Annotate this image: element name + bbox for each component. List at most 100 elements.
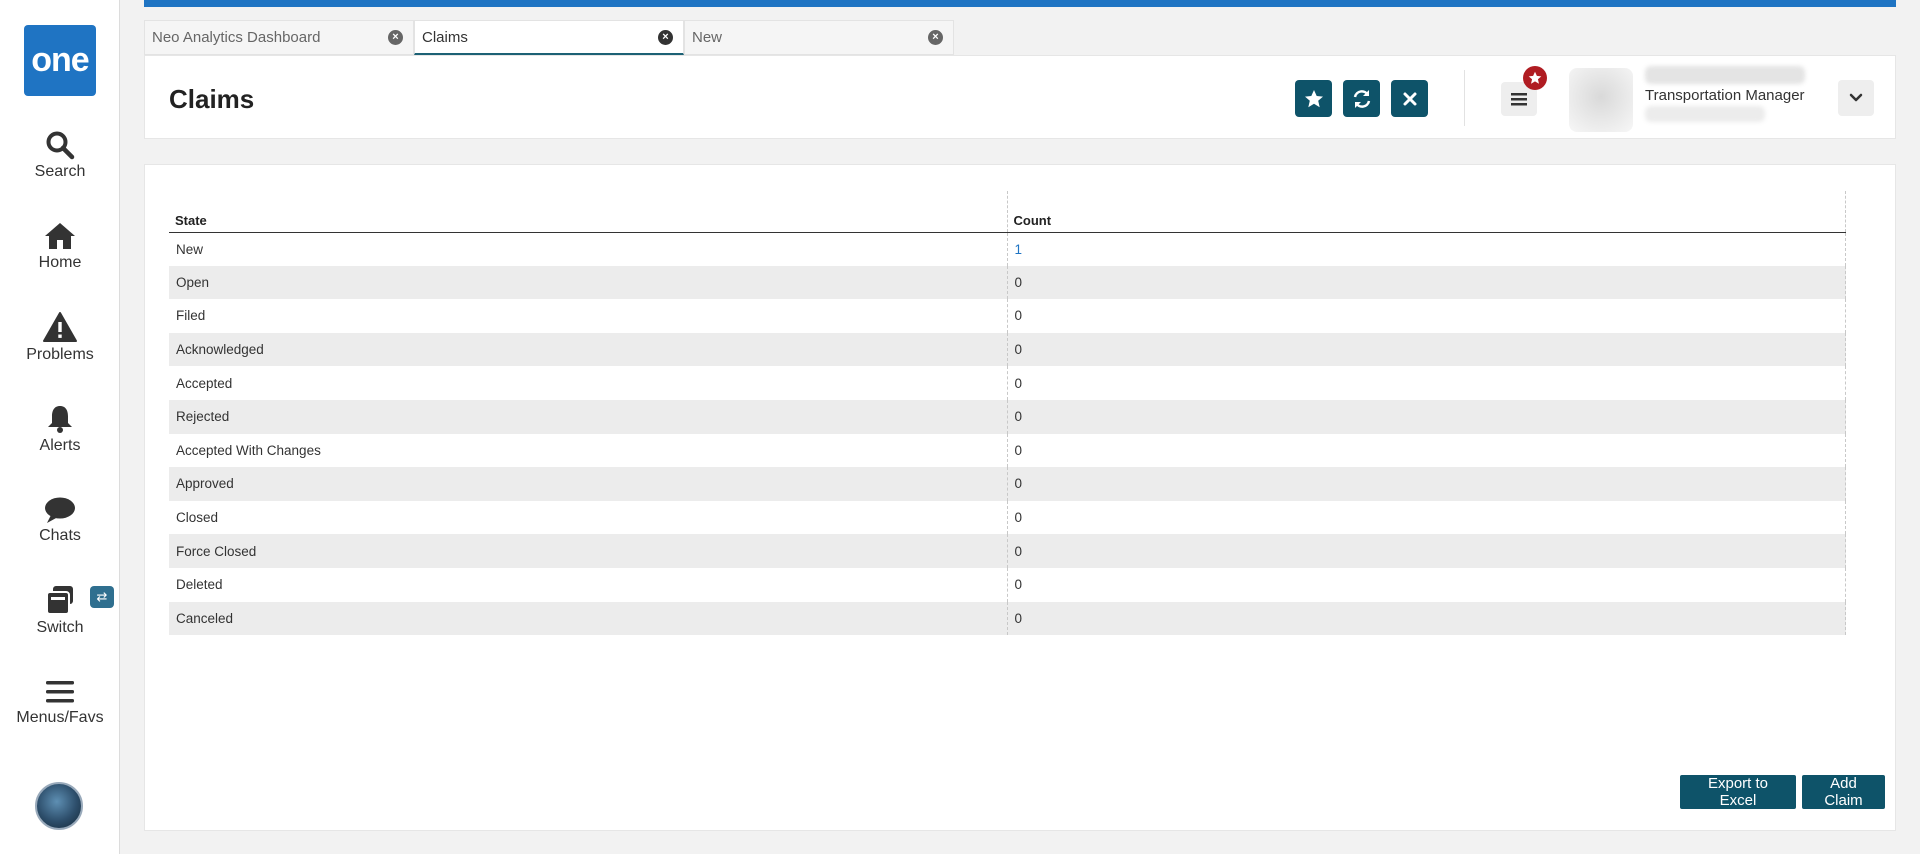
favorites-badge[interactable]	[1523, 66, 1547, 90]
table-row[interactable]: Canceled 0	[169, 601, 1846, 636]
user-photo[interactable]	[1569, 68, 1633, 132]
close-page-button[interactable]	[1391, 80, 1428, 117]
hamburger-icon	[1511, 93, 1527, 106]
table-row[interactable]: Filed 0	[169, 299, 1846, 333]
close-icon[interactable]: ×	[928, 30, 943, 45]
sidebar-item-alerts[interactable]: Alerts	[0, 404, 120, 455]
switch-icon	[46, 586, 73, 615]
switch-arrows-icon[interactable]: ⇄	[90, 586, 114, 608]
count-cell: 0	[1007, 534, 1846, 568]
table-row[interactable]: Accepted 0	[169, 366, 1846, 400]
count-cell: 0	[1007, 467, 1846, 501]
table-row[interactable]: Open 0	[169, 265, 1846, 300]
sidebar-item-label: Alerts	[39, 437, 81, 454]
table-row[interactable]: Closed 0	[169, 500, 1846, 535]
export-to-excel-button[interactable]: Export to Excel	[1680, 775, 1796, 809]
count-value: 0	[1014, 577, 1023, 593]
refresh-button[interactable]	[1343, 80, 1380, 117]
user-avatar[interactable]	[35, 782, 83, 830]
sidebar-item-label: Menus/Favs	[16, 709, 104, 726]
state-cell: Force Closed	[169, 534, 1008, 568]
header-divider	[1464, 70, 1465, 126]
tab-label: Neo Analytics Dashboard	[152, 29, 321, 46]
state-cell: Approved	[169, 467, 1008, 501]
table-row[interactable]: Rejected 0	[169, 399, 1846, 434]
state-cell: New	[169, 232, 1008, 266]
state-cell: Rejected	[169, 399, 1008, 434]
table-row[interactable]: New 1	[169, 232, 1846, 266]
tab-claims[interactable]: Claims ×	[414, 20, 684, 55]
chat-icon	[45, 497, 75, 523]
favorite-button[interactable]	[1295, 80, 1332, 117]
count-cell: 0	[1007, 399, 1846, 434]
close-icon	[1403, 92, 1416, 105]
count-value: 0	[1014, 442, 1023, 458]
tab-neo-analytics-dashboard[interactable]: Neo Analytics Dashboard ×	[144, 20, 414, 55]
state-cell: Canceled	[169, 601, 1008, 636]
state-cell: Closed	[169, 500, 1008, 535]
add-claim-button[interactable]: Add Claim	[1802, 775, 1885, 809]
user-role: Transportation Manager	[1645, 87, 1805, 104]
sidebar-item-label: Home	[38, 254, 82, 271]
hamburger-icon	[46, 681, 74, 703]
state-cell: Deleted	[169, 567, 1008, 602]
tab-label: Claims	[422, 29, 468, 46]
count-cell: 0	[1007, 433, 1846, 468]
star-icon	[1304, 89, 1323, 107]
table-row[interactable]: Approved 0	[169, 467, 1846, 501]
count-cell: 0	[1007, 500, 1846, 535]
count-value: 0	[1014, 375, 1023, 391]
count-value: 0	[1014, 342, 1023, 358]
count-value: 0	[1014, 610, 1023, 626]
table-row[interactable]: Accepted With Changes 0	[169, 433, 1846, 468]
tab-label: New	[692, 29, 723, 46]
state-cell: Filed	[169, 299, 1008, 333]
sidebar-item-problems[interactable]: Problems	[0, 311, 120, 364]
column-header-state[interactable]: State	[169, 191, 1008, 233]
tab-new[interactable]: New ×	[684, 20, 954, 55]
table-row[interactable]: Acknowledged 0	[169, 332, 1846, 367]
warning-icon	[43, 312, 77, 342]
sidebar-item-home[interactable]: Home	[0, 221, 120, 272]
sidebar-item-label: Chats	[39, 527, 81, 544]
user-org-redacted	[1645, 106, 1765, 122]
sidebar-item-label: Problems	[26, 346, 94, 363]
table-row[interactable]: Force Closed 0	[169, 534, 1846, 568]
count-cell: 0	[1007, 366, 1846, 400]
count-link[interactable]: 1	[1015, 242, 1023, 257]
bell-icon	[48, 406, 72, 433]
refresh-icon	[1353, 89, 1370, 108]
claims-summary-panel: State Count New 1 Open 0 Filed 0 Acknowledged 0…	[144, 164, 1896, 831]
table-header-row: State Count	[169, 191, 1846, 233]
table-row[interactable]: Deleted 0	[169, 567, 1846, 602]
user-menu-dropdown[interactable]	[1838, 80, 1874, 116]
count-value: 0	[1014, 409, 1023, 425]
home-icon	[45, 223, 75, 249]
close-icon[interactable]: ×	[388, 30, 403, 45]
count-cell: 0	[1007, 299, 1846, 333]
sidebar-item-label: Switch	[36, 619, 84, 636]
chevron-down-icon	[1849, 93, 1863, 102]
state-cell: Accepted With Changes	[169, 433, 1008, 468]
app-logo[interactable]: one	[24, 25, 96, 96]
sidebar-item-chats[interactable]: Chats	[0, 496, 120, 545]
top-accent-bar	[144, 0, 1896, 7]
count-value: 0	[1014, 543, 1023, 559]
count-cell[interactable]: 1	[1007, 232, 1846, 266]
state-cell: Acknowledged	[169, 332, 1008, 367]
count-value: 0	[1014, 274, 1023, 290]
page-title: Claims	[169, 84, 255, 114]
count-cell: 0	[1007, 332, 1846, 367]
column-header-count[interactable]: Count	[1007, 191, 1846, 233]
count-value: 0	[1014, 308, 1023, 324]
count-cell: 0	[1007, 567, 1846, 602]
claims-state-table: State Count New 1 Open 0 Filed 0 Acknowledged 0…	[169, 191, 1846, 636]
user-name-redacted	[1645, 66, 1805, 84]
sidebar-item-search[interactable]: Search	[0, 130, 120, 181]
sidebar-item-menus-favs[interactable]: Menus/Favs	[0, 678, 120, 727]
count-value: 0	[1014, 510, 1023, 526]
close-icon[interactable]: ×	[658, 30, 673, 45]
count-cell: 0	[1007, 601, 1846, 636]
sidebar: one Search Home Problems Alerts Chats Sw…	[0, 0, 120, 854]
state-cell: Accepted	[169, 366, 1008, 400]
